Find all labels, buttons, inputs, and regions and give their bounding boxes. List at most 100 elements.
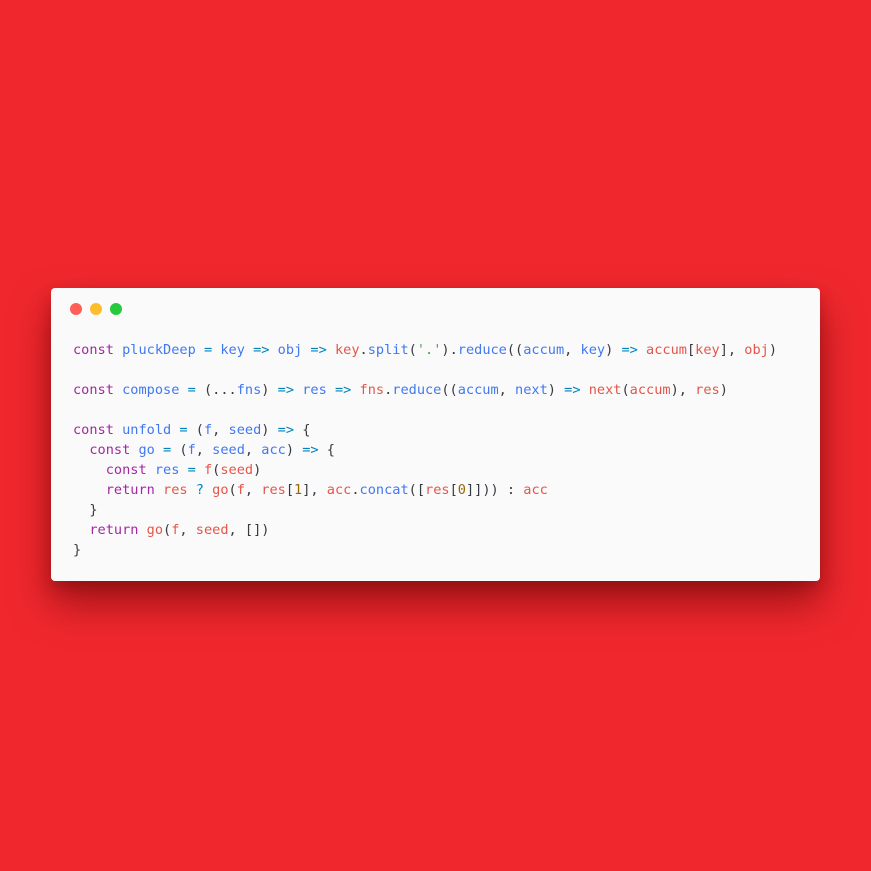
code-token: f [203,422,213,438]
code-token: , [244,482,262,498]
code-token: 0 [457,482,466,498]
code-line: return go(f, seed, []) [73,520,777,540]
code-token: seed [228,422,262,438]
code-token: const [73,422,114,438]
code-token: = [187,462,196,478]
code-token: key [220,342,245,358]
code-token: go [146,522,164,538]
code-token: , [244,442,262,458]
code-token: 1 [294,482,303,498]
window-controls [70,303,122,315]
code-token: f [236,482,245,498]
code-token: return [89,522,139,538]
code-token: => [621,342,638,358]
code-token: ( [408,342,417,358]
code-line: } [73,540,777,560]
code-token: , [212,422,229,438]
code-token: ) [253,462,262,478]
code-token: acc [326,482,352,498]
code-token: accum [629,382,671,398]
code-token: obj [744,342,769,358]
code-token: , [498,382,516,398]
code-token: next [515,382,548,398]
code-token: [ [686,342,696,358]
code-token: => [302,442,319,458]
code-token: , [179,522,196,538]
code-token: ( [187,422,204,438]
code-token: => [310,342,327,358]
code-token: => [277,382,295,398]
code-token: next [588,382,622,398]
code-token: [ [285,482,295,498]
code-token: => [564,382,581,398]
code-token: acc [523,482,548,498]
code-token: seed [212,442,245,458]
code-line: const res = f(seed) [73,460,777,480]
code-line: return res ? go(f, res[1], acc.concat([r… [73,480,777,500]
code-token: pluckDeep [122,342,196,358]
code-token: => [277,422,295,438]
code-token: ? [195,482,204,498]
code-token: ) [261,422,278,438]
code-token: , [195,442,213,458]
code-token: return [105,482,155,498]
code-token: . [359,342,368,358]
code-token: ) [719,382,728,398]
code-token: res [425,482,450,498]
code-token: const [73,342,114,358]
code-token: . [351,482,360,498]
code-token: ), [670,382,696,398]
code-token: } [73,542,82,558]
code-token: fns [359,382,385,398]
code-token: (... [195,382,237,398]
code-token: ) [768,342,778,358]
code-token: res [261,482,286,498]
code-token: res [695,382,720,398]
code-token: ( [228,482,237,498]
code-token: ], [302,482,327,498]
code-token: ], [719,342,745,358]
code-token: acc [261,442,286,458]
code-token: => [253,342,270,358]
code-token: key [334,342,360,358]
code-token: => [334,382,352,398]
code-line: } [73,500,777,520]
code-token: { [294,422,311,438]
code-token: res [163,482,188,498]
code-token: , []) [228,522,270,538]
code-token: res [302,382,327,398]
code-token: ) [605,342,622,358]
code-token: reduce [457,342,507,358]
maximize-window-button[interactable] [110,303,122,315]
code-token: key [695,342,720,358]
code-token: f [203,462,213,478]
code-token: reduce [392,382,442,398]
minimize-window-button[interactable] [90,303,102,315]
code-token: ). [441,342,458,358]
code-token: go [138,442,155,458]
code-line: const unfold = (f, seed) => { [73,420,777,440]
code-token: } [73,502,98,518]
code-token: ) [285,442,303,458]
close-window-button[interactable] [70,303,82,315]
code-token: = [187,382,196,398]
